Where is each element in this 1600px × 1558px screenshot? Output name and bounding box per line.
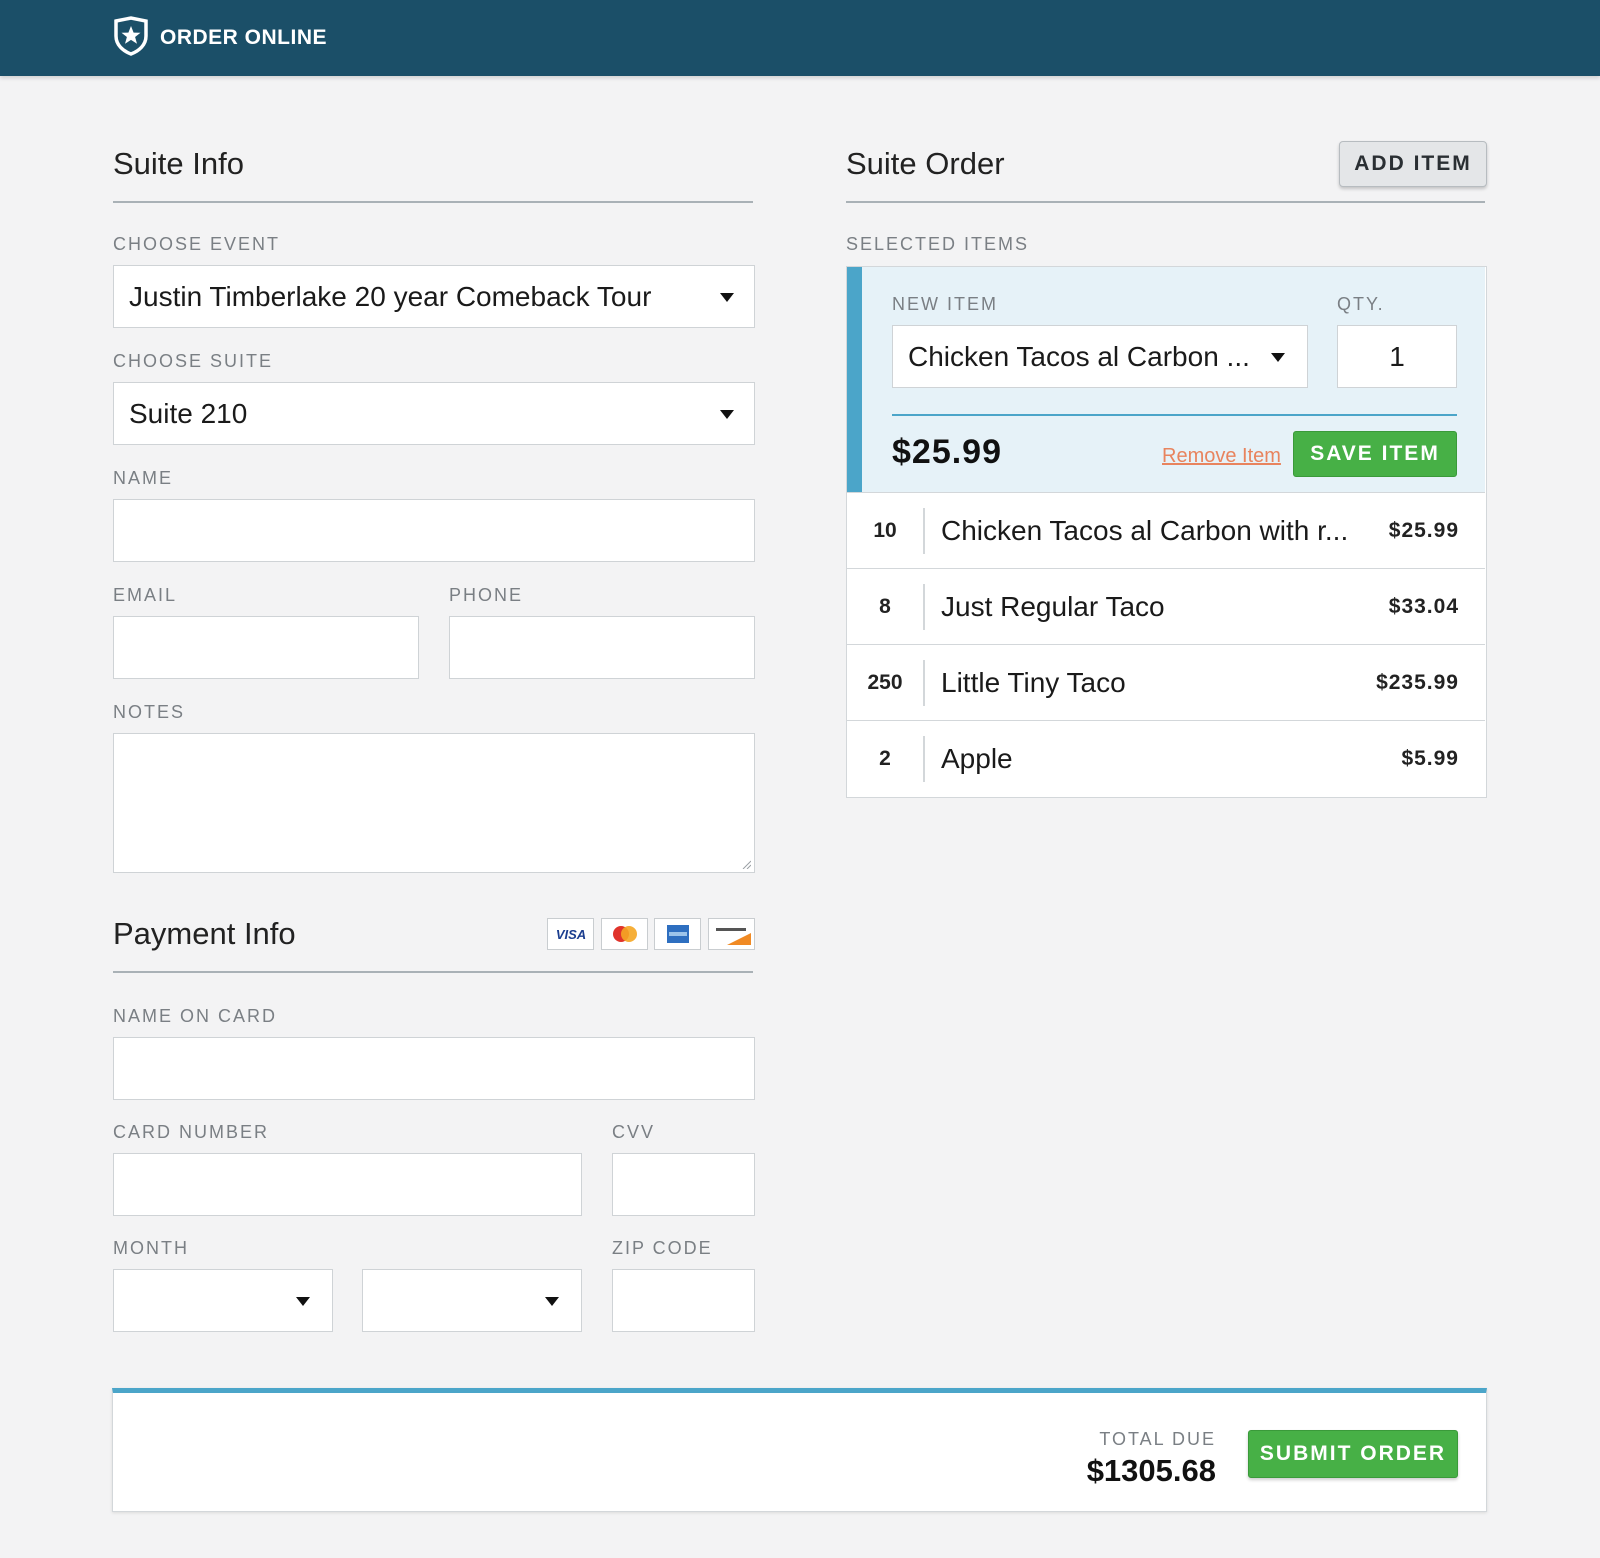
row-separator — [923, 508, 925, 554]
card-number-label: CARD NUMBER — [113, 1122, 270, 1142]
item-price: $25.99 — [1388, 519, 1459, 542]
mastercard-icon — [601, 918, 648, 950]
choose-event-select[interactable]: Justin Timberlake 20 year Comeback Tour — [113, 265, 755, 328]
item-qty: 8 — [879, 595, 891, 618]
editor-accent-bar — [847, 267, 862, 492]
shield-star-icon — [112, 15, 150, 61]
chevron-down-icon — [1271, 353, 1285, 362]
year-select[interactable] — [362, 1269, 582, 1332]
chevron-down-icon — [720, 410, 734, 419]
name-on-card-input[interactable] — [114, 1038, 754, 1099]
name-input[interactable] — [114, 500, 754, 561]
resize-grip-icon[interactable] — [741, 859, 751, 869]
notes-field[interactable] — [113, 733, 755, 873]
selected-items-panel: NEW ITEM Chicken Tacos al Carbon ... QTY… — [846, 266, 1487, 798]
order-footer: TOTAL DUE $1305.68 SUBMIT ORDER — [112, 1388, 1487, 1512]
notes-label: NOTES — [113, 702, 186, 722]
row-separator — [923, 660, 925, 706]
choose-event-label: CHOOSE EVENT — [113, 234, 281, 254]
item-qty: 2 — [879, 747, 891, 770]
choose-event-value: Justin Timberlake 20 year Comeback Tour — [129, 280, 652, 312]
suite-info-title: Suite Info — [113, 146, 244, 181]
email-field[interactable] — [113, 616, 419, 679]
email-input[interactable] — [114, 617, 418, 678]
submit-order-button[interactable]: SUBMIT ORDER — [1248, 1430, 1458, 1478]
zip-code-label: ZIP CODE — [612, 1238, 713, 1258]
choose-suite-label: CHOOSE SUITE — [113, 351, 274, 371]
suite-order-divider — [846, 201, 1485, 203]
new-item-select[interactable]: Chicken Tacos al Carbon ... — [892, 325, 1308, 388]
item-qty: 250 — [867, 671, 903, 694]
zip-code-input[interactable] — [613, 1270, 754, 1331]
save-item-button[interactable]: SAVE ITEM — [1293, 431, 1457, 477]
cvv-input[interactable] — [613, 1154, 754, 1215]
zip-code-field[interactable] — [612, 1269, 755, 1332]
name-on-card-label: NAME ON CARD — [113, 1006, 278, 1026]
item-price: $25.99 — [892, 433, 1002, 471]
choose-suite-value: Suite 210 — [129, 397, 248, 429]
suite-order-title: Suite Order — [846, 146, 1005, 181]
name-label: NAME — [113, 468, 174, 488]
month-label: MONTH — [113, 1238, 189, 1258]
item-name: Chicken Tacos al Carbon with r... — [941, 515, 1349, 546]
month-select[interactable] — [113, 1269, 333, 1332]
payment-info-title: Payment Info — [113, 916, 296, 951]
item-price: $5.99 — [1401, 747, 1459, 770]
phone-field[interactable] — [449, 616, 755, 679]
phone-input[interactable] — [450, 617, 754, 678]
suite-info-divider — [113, 201, 753, 203]
remove-item-link[interactable]: Remove Item — [1162, 445, 1281, 468]
chevron-down-icon — [545, 1297, 559, 1306]
row-separator — [923, 736, 925, 782]
item-qty: 10 — [873, 519, 897, 542]
qty-label: QTY. — [1337, 294, 1385, 314]
brand-name: ORDER ONLINE — [160, 26, 328, 49]
brand[interactable]: ORDER ONLINE — [112, 15, 328, 61]
name-field[interactable] — [113, 499, 755, 562]
amex-card-icon — [654, 918, 701, 950]
name-on-card-field[interactable] — [113, 1037, 755, 1100]
add-item-button[interactable]: ADD ITEM — [1339, 141, 1487, 187]
list-item[interactable]: 10 Chicken Tacos al Carbon with r... $25… — [847, 493, 1485, 569]
total-due-label: TOTAL DUE — [1099, 1429, 1216, 1449]
chevron-down-icon — [296, 1297, 310, 1306]
selected-items-label: SELECTED ITEMS — [846, 234, 1030, 254]
item-name: Apple — [941, 743, 1013, 774]
row-separator — [923, 584, 925, 630]
total-due-value: $1305.68 — [1086, 1453, 1216, 1488]
cvv-label: CVV — [612, 1122, 656, 1142]
editor-divider — [892, 414, 1457, 416]
phone-label: PHONE — [449, 585, 524, 605]
new-item-value: Chicken Tacos al Carbon ... — [908, 340, 1250, 372]
item-price: $33.04 — [1388, 595, 1459, 618]
discover-card-icon — [708, 918, 755, 950]
item-editor: NEW ITEM Chicken Tacos al Carbon ... QTY… — [847, 267, 1485, 493]
item-name: Little Tiny Taco — [941, 667, 1126, 698]
chevron-down-icon — [720, 293, 734, 302]
cvv-field[interactable] — [612, 1153, 755, 1216]
svg-text:VISA: VISA — [555, 927, 585, 941]
email-label: EMAIL — [113, 585, 178, 605]
payment-info-divider — [113, 971, 753, 973]
top-bar: ORDER ONLINE — [0, 0, 1600, 76]
qty-value[interactable]: 1 — [1389, 341, 1405, 373]
qty-field[interactable]: 1 — [1337, 325, 1457, 388]
list-item[interactable]: 2 Apple $5.99 — [847, 721, 1485, 797]
card-number-field[interactable] — [113, 1153, 582, 1216]
card-number-input[interactable] — [114, 1154, 581, 1215]
list-item[interactable]: 8 Just Regular Taco $33.04 — [847, 569, 1485, 645]
notes-textarea[interactable] — [114, 734, 754, 872]
new-item-label: NEW ITEM — [892, 294, 998, 314]
item-name: Just Regular Taco — [941, 591, 1165, 622]
choose-suite-select[interactable]: Suite 210 — [113, 382, 755, 445]
item-price: $235.99 — [1376, 671, 1459, 694]
list-item[interactable]: 250 Little Tiny Taco $235.99 — [847, 645, 1485, 721]
visa-card-icon: VISA — [547, 918, 594, 950]
